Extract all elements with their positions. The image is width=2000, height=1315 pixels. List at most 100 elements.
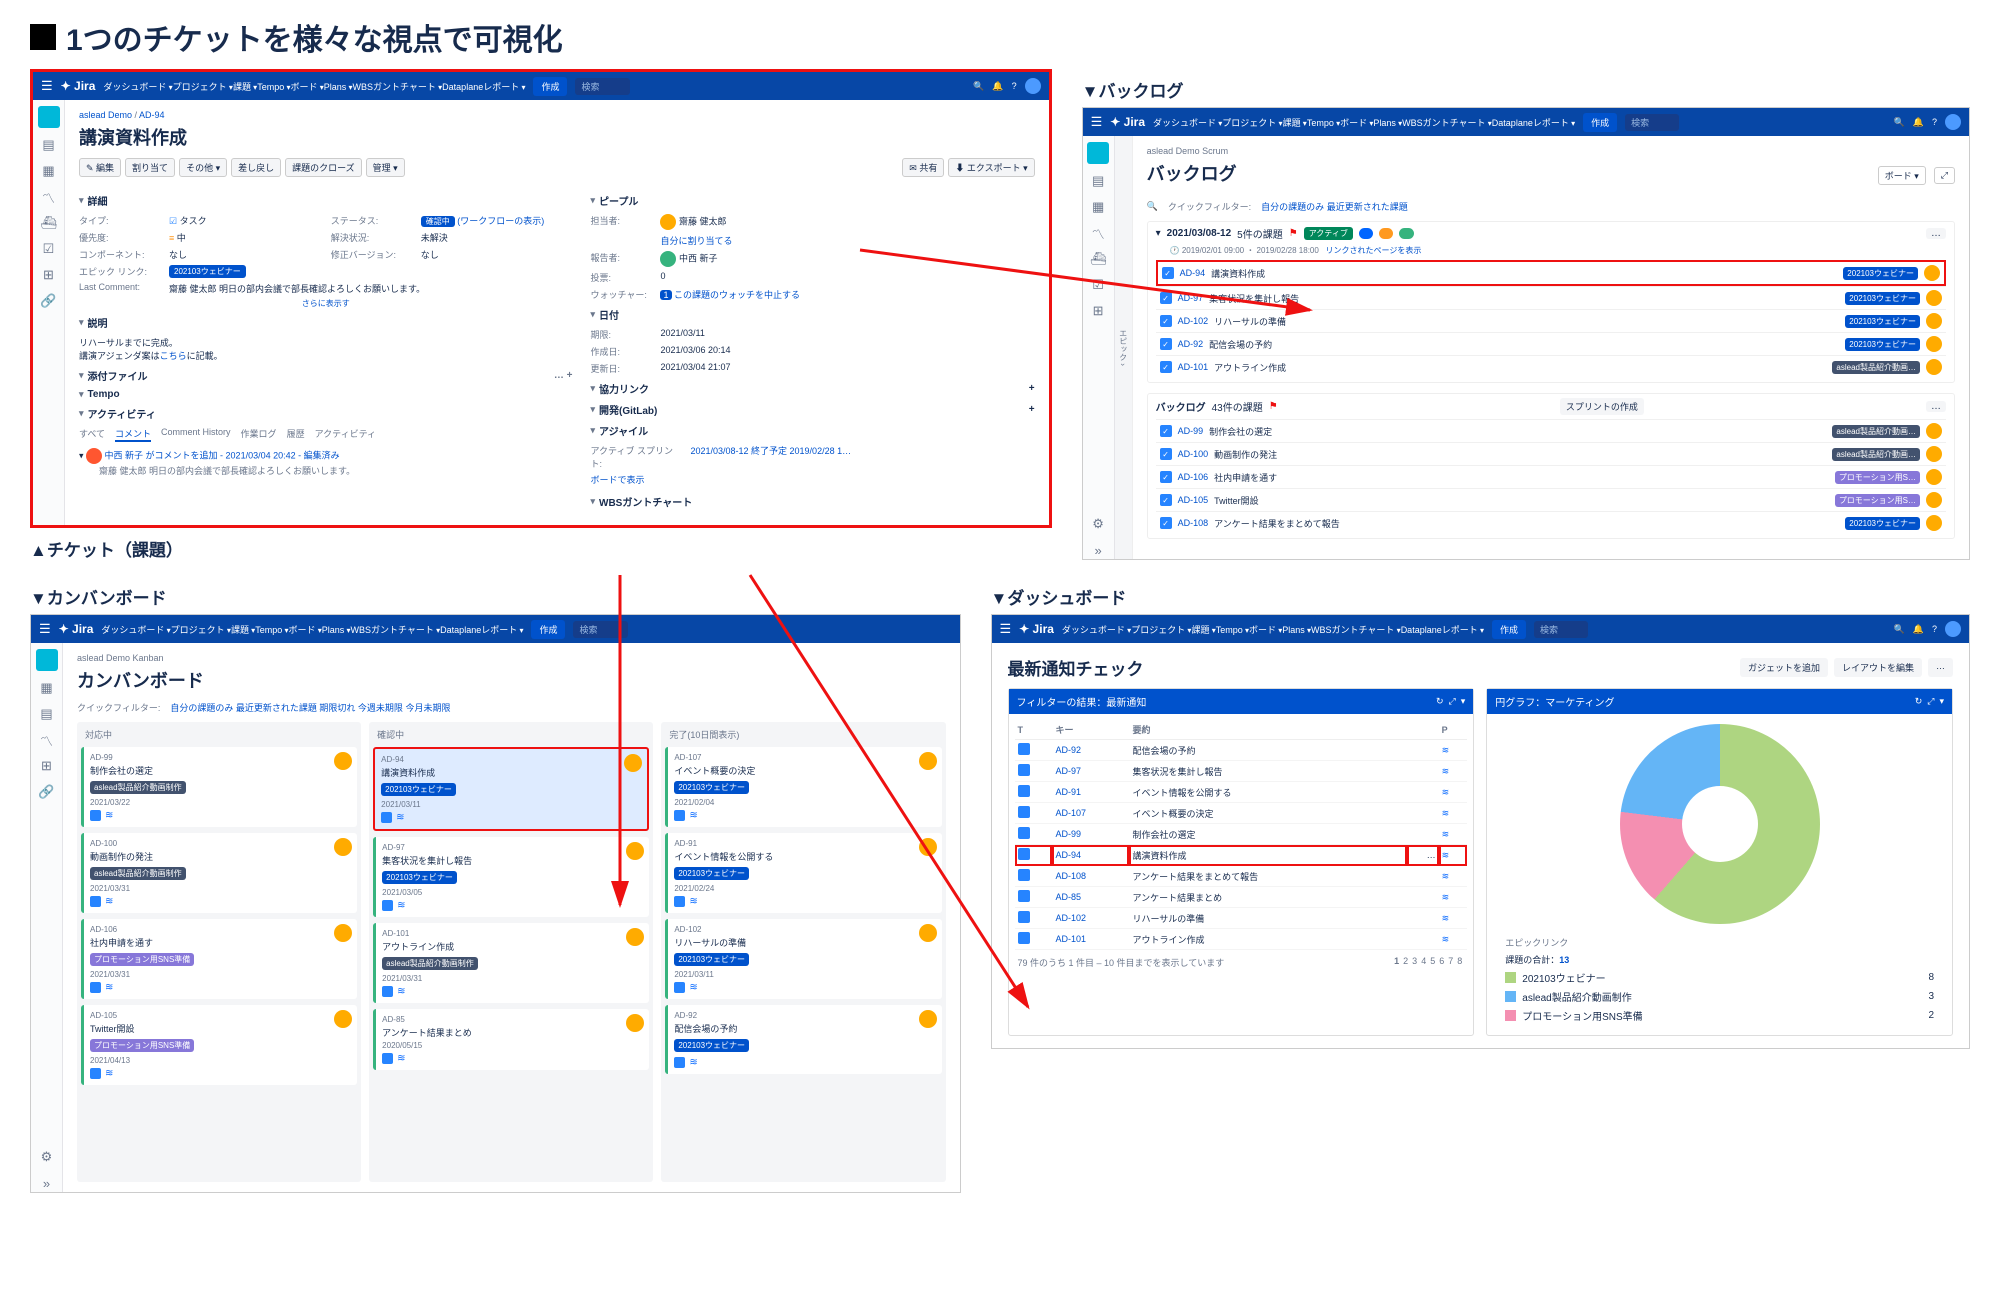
create-button[interactable]: 作成 [531,620,565,639]
jira-logo[interactable]: ✦ Jira [59,622,94,636]
kanban-card[interactable]: AD-99 制作会社の選定 aslead製品紹介動画制作 2021/03/22 … [81,747,357,827]
nav-item[interactable]: プロジェクト [1222,118,1282,128]
page-number[interactable]: 4 [1421,956,1426,966]
rail-board-icon[interactable]: ▦ [1089,198,1107,216]
toolbar-button[interactable]: 差し戻し [231,158,281,177]
notification-icon[interactable]: 🔔 [992,81,1003,92]
backlog-row[interactable]: ✓ AD-106 社内申請を通す プロモーション用S… [1156,465,1946,488]
row-key[interactable]: AD-85 [1052,887,1129,908]
create-button[interactable]: 作成 [1583,113,1617,132]
add-gadget-button[interactable]: ガジェットを追加 [1740,658,1828,677]
nav-item[interactable]: Dataplaneレポート [1401,625,1484,635]
nav-item[interactable]: Dataplaneレポート [442,82,525,92]
toolbar-button[interactable]: 課題のクローズ [285,158,362,177]
kanban-card[interactable]: AD-92 配信会場の予約 202103ウェビナー ≋ [665,1005,941,1074]
nav-item[interactable]: WBSガントチャート [1311,625,1401,635]
page-number[interactable]: 2 [1403,956,1408,966]
rail-issue-icon[interactable]: ☑ [1089,276,1107,294]
quick-filter[interactable]: 自分の課題のみ [170,703,233,713]
notification-icon[interactable]: 🔔 [1913,624,1924,635]
table-header[interactable]: T [1015,720,1053,740]
backlog-row[interactable]: ✓ AD-102 リハーサルの準備 202103ウェビナー [1156,309,1946,332]
toolbar-button[interactable]: その他 ▾ [179,158,227,177]
nav-item[interactable]: プロジェクト [1131,625,1191,635]
search-input[interactable]: 検索 [573,621,627,638]
linked-pages-link[interactable]: リンクされたページを表示 [1326,246,1422,255]
nav-item[interactable]: プロジェクト [173,82,233,92]
jira-logo[interactable]: ✦ Jira [1110,115,1145,129]
rail-collapse-icon[interactable]: » [1089,541,1107,559]
avatar-icon[interactable] [1945,114,1961,130]
dashboard-menu-icon[interactable]: … [1928,658,1953,677]
rail-report-icon[interactable]: 〽 [40,188,58,206]
kanban-card[interactable]: AD-105 Twitter開設 プロモーション用SNS準備 2021/04/1… [81,1005,357,1085]
backlog-row[interactable]: ✓ AD-99 制作会社の選定 aslead製品紹介動画… [1156,419,1946,442]
table-header[interactable]: 要約 [1129,720,1407,740]
table-row[interactable]: AD-107 イベント概要の決定 ≋ [1015,803,1468,824]
share-button[interactable]: ✉ 共有 [902,158,944,177]
nav-item[interactable]: ボード [1340,118,1373,128]
view-on-board[interactable]: ボードで表示 [590,473,1034,486]
create-button[interactable]: 作成 [533,77,567,96]
search-icon[interactable]: 🔍 [1894,117,1905,128]
epic-badge[interactable]: 202103ウェビナー [1845,517,1920,530]
breadcrumb-project[interactable]: aslead Demo [79,110,132,120]
issue-key[interactable]: AD-102 [1178,316,1209,326]
quick-filter[interactable]: 期限切れ [319,703,355,713]
section-tempo[interactable]: Tempo [79,389,572,400]
section-dates[interactable]: 日付 [590,307,1034,322]
activity-tab[interactable]: アクティビティ [315,427,376,442]
jira-logo[interactable]: ✦ Jira [61,79,96,93]
nav-item[interactable]: ダッシュボード [101,625,170,635]
quick-filter[interactable]: 最近更新された課題 [1327,202,1408,212]
issue-key[interactable]: AD-94 [1180,268,1206,278]
section-agile[interactable]: アジャイル [590,423,1034,438]
backlog-row[interactable]: ✓ AD-97 集客状況を集計し報告 202103ウェビナー [1156,286,1946,309]
epic-badge[interactable]: 202103ウェビナー [1843,267,1918,280]
nav-item[interactable]: ボード [1249,625,1282,635]
row-key[interactable]: AD-91 [1052,782,1129,803]
board-dropdown[interactable]: ボード ▾ [1878,166,1926,185]
page-number[interactable]: 1 [1394,956,1399,966]
nav-item[interactable]: WBSガントチャート [353,82,443,92]
rail-collapse-icon[interactable]: » [38,1174,56,1192]
kanban-card[interactable]: AD-106 社内申請を通す プロモーション用SNS準備 2021/03/31 … [81,919,357,999]
issue-key[interactable]: AD-108 [1178,518,1209,528]
search-input[interactable]: 検索 [1625,114,1679,131]
assignee-avatar[interactable] [1926,515,1942,531]
kanban-card[interactable]: AD-97 集客状況を集計し報告 202103ウェビナー 2021/03/05 … [373,837,649,917]
gadget-refresh-icon[interactable]: ↻ [1915,696,1923,707]
sprint-menu-icon[interactable]: … [1926,228,1946,239]
kanban-card[interactable]: AD-91 イベント情報を公開する 202103ウェビナー 2021/02/24… [665,833,941,913]
rail-issue-icon[interactable]: ☑ [40,240,58,258]
fullscreen-icon[interactable]: ⤢ [1934,167,1955,184]
table-header[interactable]: キー [1052,720,1129,740]
assign-to-me[interactable]: 自分に割り当てる [660,234,1034,247]
table-header[interactable] [1407,720,1439,740]
quick-filter[interactable]: 今週未期限 [358,703,403,713]
kanban-card[interactable]: AD-102 リハーサルの準備 202103ウェビナー 2021/03/11 ≋ [665,919,941,999]
table-header[interactable]: P [1439,720,1468,740]
nav-item[interactable]: Plans [324,82,353,92]
rail-backlog-icon[interactable]: ▤ [38,705,56,723]
rail-component-icon[interactable]: ⊞ [40,266,58,284]
quick-filter[interactable]: 今月未期限 [405,703,450,713]
issue-key[interactable]: AD-101 [1178,362,1209,372]
nav-item[interactable]: ボード [290,82,323,92]
edit-layout-button[interactable]: レイアウトを編集 [1834,658,1922,677]
section-people[interactable]: ピープル [590,193,1034,208]
nav-item[interactable]: ダッシュボード [1153,118,1222,128]
table-row[interactable]: AD-94 講演資料作成 … ≋ [1015,845,1468,866]
section-dev[interactable]: 開発(GitLab)+ [590,402,1034,417]
create-sprint-button[interactable]: スプリントの作成 [1560,398,1644,415]
row-key[interactable]: AD-102 [1052,908,1129,929]
gadget-menu-icon[interactable]: ▾ [1461,696,1466,707]
table-row[interactable]: AD-102 リハーサルの準備 ≋ [1015,908,1468,929]
search-input[interactable]: 検索 [1534,621,1588,638]
page-number[interactable]: 5 [1430,956,1435,966]
nav-item[interactable]: ボード [288,625,321,635]
quick-filter[interactable]: 自分の課題のみ [1261,202,1324,212]
backlog-menu-icon[interactable]: … [1926,401,1946,412]
kanban-card[interactable]: AD-85 アンケート結果まとめ 2020/05/15 ≋ [373,1009,649,1070]
rail-link-icon[interactable]: 🔗 [38,783,56,801]
